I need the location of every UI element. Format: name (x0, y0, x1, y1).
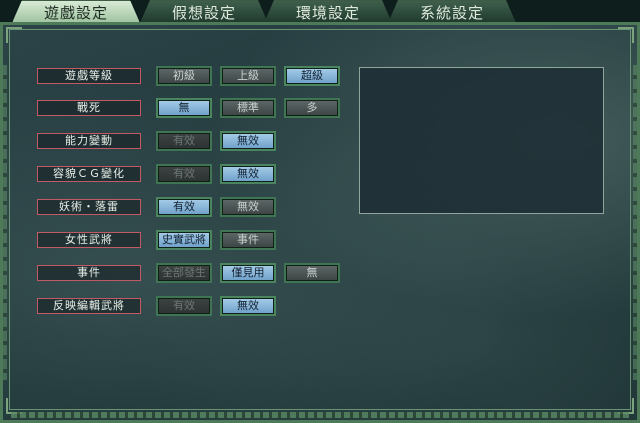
label-sorcery-lightning: 妖術・落雷 (37, 199, 141, 215)
option-events-all[interactable]: 全部發生 (156, 263, 212, 283)
option-reflect-edited-enabled[interactable]: 有效 (156, 296, 212, 316)
option-portrait-cg-disabled[interactable]: 無效 (220, 164, 276, 184)
label-events: 事件 (37, 265, 141, 281)
side-ornament (633, 65, 637, 380)
corner-ornament (6, 27, 22, 43)
option-game-level-expert[interactable]: 超級 (284, 66, 340, 86)
option-battle-death-standard[interactable]: 標準 (220, 98, 276, 118)
option-events-none[interactable]: 無 (284, 263, 340, 283)
option-game-level-beginner[interactable]: 初級 (156, 66, 212, 86)
tab-scenario-settings[interactable]: 假想設定 (140, 0, 268, 23)
option-battle-death-many[interactable]: 多 (284, 98, 340, 118)
option-reflect-edited-disabled[interactable]: 無效 (220, 296, 276, 316)
option-sorcery-disabled[interactable]: 無效 (220, 197, 276, 217)
tab-system-settings[interactable]: 系統設定 (388, 0, 516, 23)
option-female-historical[interactable]: 史實武將 (156, 230, 212, 250)
option-sorcery-enabled[interactable]: 有效 (156, 197, 212, 217)
option-game-level-advanced[interactable]: 上級 (220, 66, 276, 86)
tab-game-settings[interactable]: 遊戲設定 (12, 0, 140, 23)
tab-environment-settings[interactable]: 環境設定 (264, 0, 392, 23)
bottom-ornament-bar (11, 412, 629, 418)
label-female-generals: 女性武將 (37, 232, 141, 248)
option-ability-change-enabled[interactable]: 有效 (156, 131, 212, 151)
label-game-level: 遊戲等級 (37, 68, 141, 84)
option-battle-death-none[interactable]: 無 (156, 98, 212, 118)
side-ornament (3, 65, 7, 380)
label-ability-change: 能力變動 (37, 133, 141, 149)
corner-ornament (618, 27, 634, 43)
option-events-limited[interactable]: 僅見用 (220, 263, 276, 283)
tab-bar: 遊戲設定 假想設定 環境設定 系統設定 (12, 0, 512, 24)
option-ability-change-disabled[interactable]: 無效 (220, 131, 276, 151)
label-battle-death: 戰死 (37, 100, 141, 116)
option-portrait-cg-enabled[interactable]: 有效 (156, 164, 212, 184)
preview-panel (359, 67, 604, 214)
label-reflect-edited-generals: 反映編輯武將 (37, 298, 141, 314)
label-portrait-cg-change: 容貌ＣＧ變化 (37, 166, 141, 182)
option-female-event[interactable]: 事件 (220, 230, 276, 250)
